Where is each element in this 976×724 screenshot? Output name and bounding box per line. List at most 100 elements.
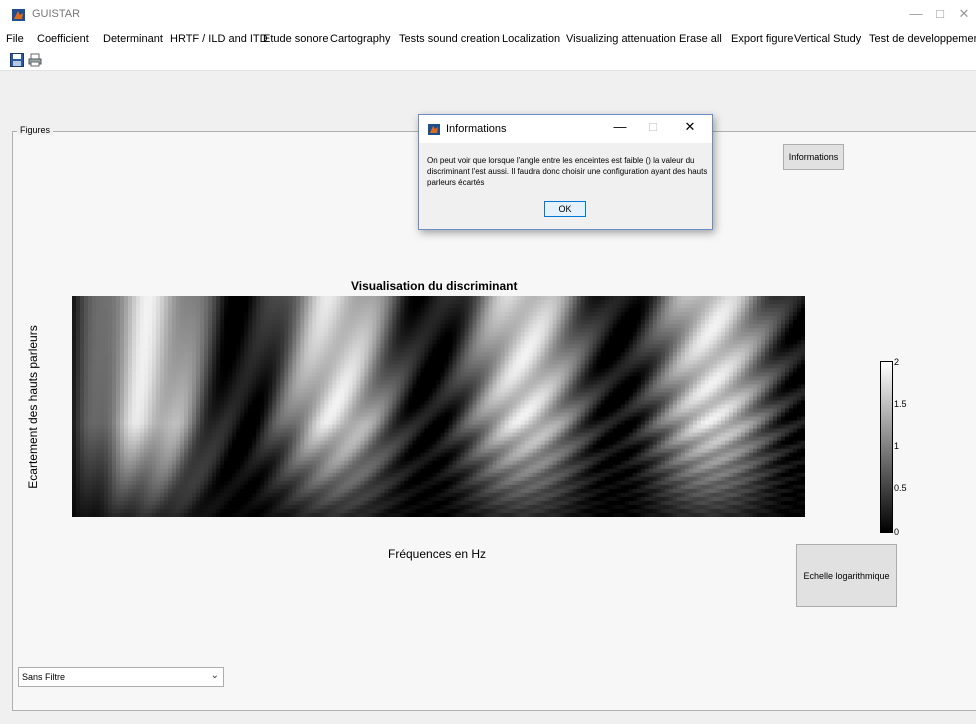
menu-cartography[interactable]: Cartography bbox=[330, 33, 391, 45]
heatmap-cell bbox=[328, 312, 333, 317]
heatmap-cell bbox=[112, 316, 117, 321]
heatmap-cell bbox=[216, 320, 221, 325]
heatmap-cell bbox=[188, 360, 193, 365]
heatmap-cell bbox=[328, 340, 333, 345]
heatmap-cell bbox=[272, 492, 277, 498]
heatmap-cell bbox=[420, 420, 426, 426]
heatmap-cell bbox=[232, 308, 237, 313]
heatmap-cell bbox=[92, 360, 97, 365]
heatmap-cell bbox=[276, 496, 281, 502]
heatmap-cell bbox=[180, 372, 185, 377]
heatmap-cell bbox=[152, 476, 157, 482]
heatmap-cell bbox=[104, 408, 109, 414]
heatmap-cell bbox=[128, 444, 133, 450]
heatmap-cell bbox=[428, 508, 434, 514]
heatmap-cell bbox=[244, 464, 249, 470]
menu-erase-all[interactable]: Erase all bbox=[679, 33, 722, 45]
heatmap-cell bbox=[108, 464, 113, 470]
heatmap-cell bbox=[372, 368, 378, 373]
heatmap-cell bbox=[312, 504, 317, 510]
heatmap-cell bbox=[388, 432, 394, 438]
heatmap-cell bbox=[384, 320, 390, 325]
heatmap-cell bbox=[196, 408, 201, 414]
heatmap-cell bbox=[348, 460, 353, 466]
heatmap-cell bbox=[344, 296, 349, 301]
heatmap-cell bbox=[164, 312, 169, 317]
heatmap-cell bbox=[152, 452, 157, 458]
heatmap-cell bbox=[276, 320, 281, 325]
save-icon[interactable] bbox=[10, 53, 24, 67]
heatmap-cell bbox=[228, 320, 233, 325]
menu-hrtf[interactable]: HRTF / ILD and ITD bbox=[170, 33, 268, 45]
informations-button[interactable]: Informations bbox=[783, 144, 844, 170]
heatmap-cell bbox=[352, 456, 357, 462]
heatmap-cell bbox=[148, 304, 153, 309]
heatmap-cell bbox=[368, 484, 374, 490]
minimize-icon[interactable]: — bbox=[905, 4, 927, 24]
heatmap-cell bbox=[292, 496, 297, 502]
heatmap-cell bbox=[204, 344, 209, 349]
heatmap-cell bbox=[364, 380, 370, 385]
heatmap-cell bbox=[92, 424, 97, 430]
heatmap-cell bbox=[256, 480, 261, 486]
heatmap-cell bbox=[352, 388, 357, 394]
heatmap-cell bbox=[228, 300, 233, 305]
menu-localization[interactable]: Localization bbox=[502, 33, 560, 45]
heatmap-cell bbox=[352, 328, 357, 333]
heatmap-cell bbox=[200, 468, 205, 474]
heatmap-cell bbox=[428, 432, 434, 438]
menu-etude-sonore[interactable]: Etude sonore bbox=[263, 33, 328, 45]
heatmap-cell bbox=[160, 484, 165, 490]
heatmap-cell bbox=[304, 324, 309, 329]
heatmap-cell bbox=[280, 388, 285, 394]
heatmap-cell bbox=[392, 464, 398, 470]
heatmap-cell bbox=[332, 368, 337, 373]
heatmap-cell bbox=[400, 480, 406, 486]
heatmap-cell bbox=[220, 348, 225, 353]
heatmap-cell bbox=[180, 336, 185, 341]
heatmap-cell bbox=[292, 504, 297, 510]
heatmap-cell bbox=[356, 428, 361, 434]
menu-determinant[interactable]: Determinant bbox=[103, 33, 163, 45]
heatmap-cell bbox=[312, 336, 317, 341]
heatmap-cell bbox=[140, 476, 145, 482]
menu-vertical-study[interactable]: Vertical Study bbox=[794, 33, 861, 45]
heatmap-cell bbox=[344, 348, 349, 353]
heatmap-cell bbox=[288, 344, 293, 349]
menu-test-de-developpement[interactable]: Test de developpement bbox=[869, 33, 976, 45]
close-icon[interactable]: ✕ bbox=[953, 4, 975, 24]
heatmap-cell bbox=[252, 400, 257, 406]
heatmap-cell bbox=[188, 440, 193, 446]
heatmap-cell bbox=[404, 356, 410, 361]
menu-visualizing-attenuation[interactable]: Visualizing attenuation bbox=[566, 33, 676, 45]
heatmap-cell bbox=[116, 364, 121, 369]
heatmap-cell bbox=[268, 308, 273, 313]
heatmap-cell bbox=[132, 400, 137, 406]
heatmap-cell bbox=[212, 404, 217, 410]
heatmap-cell bbox=[128, 480, 133, 486]
print-icon[interactable] bbox=[28, 53, 42, 67]
heatmap-cell bbox=[404, 376, 410, 381]
heatmap-cell bbox=[340, 388, 345, 394]
heatmap-cell bbox=[80, 296, 85, 301]
heatmap-cell bbox=[340, 508, 345, 514]
heatmap-cell bbox=[424, 304, 430, 309]
heatmap-cell bbox=[332, 496, 337, 502]
heatmap-cell bbox=[80, 424, 85, 430]
menu-tests-sound-creation[interactable]: Tests sound creation bbox=[399, 33, 500, 45]
heatmap-cell bbox=[392, 456, 398, 462]
maximize-icon[interactable]: □ bbox=[929, 4, 951, 24]
heatmap-cell bbox=[396, 480, 402, 486]
menu-coefficient[interactable]: Coefficient bbox=[37, 33, 89, 45]
heatmap-cell bbox=[284, 400, 289, 406]
menu-export-figure[interactable]: Export figure bbox=[731, 33, 793, 45]
heatmap-cell bbox=[392, 344, 398, 349]
heatmap-cell bbox=[412, 364, 418, 369]
heatmap-cell bbox=[104, 332, 109, 337]
heatmap-cell bbox=[312, 464, 317, 470]
heatmap-cell bbox=[268, 328, 273, 333]
menu-file[interactable]: File bbox=[6, 33, 24, 45]
heatmap-cell bbox=[188, 488, 193, 494]
heatmap-cell bbox=[200, 508, 205, 514]
heatmap-cell bbox=[120, 472, 125, 478]
